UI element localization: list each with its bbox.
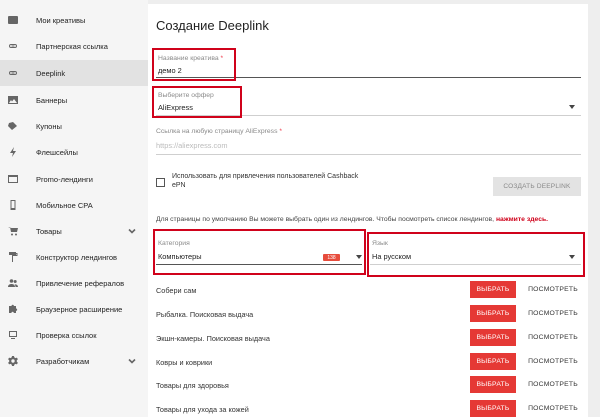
sidebar-item-label: Конструктор лендингов [36, 252, 117, 262]
sidebar-item-products[interactable]: Товары [0, 218, 148, 244]
highlight-box [153, 229, 366, 275]
landing-row-label: Товары для здоровья [156, 381, 229, 390]
paint-roller-icon [8, 252, 18, 262]
page-title: Создание Deeplink [156, 18, 269, 33]
flash-icon [8, 147, 18, 157]
pick-landing-button[interactable]: ВЫБРАТЬ [470, 353, 516, 370]
highlight-box [152, 48, 236, 81]
sidebar-item-promo-landings[interactable]: Promo-лендинги [0, 166, 148, 192]
creatives-icon [8, 15, 18, 25]
view-landing-button[interactable]: ПОСМОТРЕТЬ [523, 305, 583, 322]
cashback-checkbox-label: Использовать для привлечения пользовател… [172, 173, 359, 189]
highlight-box [152, 86, 242, 118]
sidebar-item-label: Проверка ссылок [36, 330, 97, 340]
puzzle-icon [8, 304, 18, 314]
sidebar-item-browser-extension[interactable]: Браузерное расширение [0, 296, 148, 322]
check-link-icon [8, 330, 18, 340]
landing-row-label: Ковры и коврики [156, 358, 213, 367]
landing-row-label: Товары для ухода за кожей [156, 405, 249, 414]
landing-hint: Для страницы по умолчанию Вы можете выбр… [156, 216, 549, 223]
sidebar-item-label: Флешсейлы [36, 147, 78, 157]
gear-icon [8, 356, 18, 366]
pick-landing-button[interactable]: ВЫБРАТЬ [470, 400, 516, 417]
pick-landing-button[interactable]: ВЫБРАТЬ [470, 376, 516, 393]
chevron-down-icon[interactable] [128, 227, 136, 235]
sidebar-item-label: Браузерное расширение [36, 304, 123, 314]
sidebar-item-label: Баннеры [36, 95, 68, 105]
sidebar-item-label: Deeplink [36, 68, 66, 78]
pick-landing-button[interactable]: ВЫБРАТЬ [470, 281, 516, 298]
sidebar: Мои креативы Партнерская ссылка Deeplink… [0, 0, 148, 417]
landing-row-label: Собери сам [156, 286, 197, 295]
sidebar-item-developers[interactable]: Разработчикам [0, 348, 148, 374]
sidebar-item-label: Мобильное CPA [36, 200, 93, 210]
referrals-icon [8, 278, 18, 288]
url-label: Ссылка на любую страницу AliExpress * [156, 128, 283, 135]
sidebar-item-partner-link[interactable]: Партнерская ссылка [0, 33, 148, 59]
pick-landing-button[interactable]: ВЫБРАТЬ [470, 305, 516, 322]
view-landing-button[interactable]: ПОСМОТРЕТЬ [523, 329, 583, 346]
sidebar-item-flash-sales[interactable]: Флешсейлы [0, 139, 148, 165]
mobile-icon [8, 200, 18, 210]
sidebar-item-label: Мои креативы [36, 15, 86, 25]
sidebar-item-my-creatives[interactable]: Мои креативы [0, 7, 148, 33]
view-landing-button[interactable]: ПОСМОТРЕТЬ [523, 353, 583, 370]
link-icon [8, 41, 18, 51]
landing-list-link[interactable]: нажмите здесь. [496, 216, 548, 223]
sidebar-item-mobile-cpa[interactable]: Мобильное CPA [0, 192, 148, 218]
sidebar-item-label: Товары [36, 226, 62, 236]
link-icon [8, 68, 18, 78]
sidebar-item-coupons[interactable]: Купоны [0, 113, 148, 139]
cart-icon [8, 226, 18, 236]
view-landing-button[interactable]: ПОСМОТРЕТЬ [523, 281, 583, 298]
view-landing-button[interactable]: ПОСМОТРЕТЬ [523, 400, 583, 417]
dropdown-caret-icon[interactable] [569, 105, 575, 109]
sidebar-item-label: Promo-лендинги [36, 174, 93, 184]
sidebar-item-banners[interactable]: Баннеры [0, 87, 148, 113]
sidebar-item-label: Партнерская ссылка [36, 41, 108, 51]
view-landing-button[interactable]: ПОСМОТРЕТЬ [523, 376, 583, 393]
deeplink-form-card: Создание Deeplink Название креатива * де… [148, 4, 588, 417]
landing-row-label: Рыбалка. Поисковая выдача [156, 310, 254, 319]
url-underline [156, 154, 581, 155]
url-input[interactable]: https://aliexpress.com [156, 141, 227, 150]
landing-row-label: Экшн-камеры. Поисковая выдача [156, 334, 270, 343]
sidebar-item-link-check[interactable]: Проверка ссылок [0, 322, 148, 348]
sidebar-item-deeplink[interactable]: Deeplink [0, 60, 148, 86]
create-deeplink-button[interactable]: СОЗДАТЬ DEEPLINK [493, 177, 581, 196]
landing-icon [8, 174, 18, 184]
cashback-checkbox[interactable] [156, 178, 165, 187]
pick-landing-button[interactable]: ВЫБРАТЬ [470, 329, 516, 346]
sidebar-item-label: Разработчикам [36, 356, 90, 366]
sidebar-item-label: Привлечение рефералов [36, 278, 125, 288]
sidebar-item-referrals[interactable]: Привлечение рефералов [0, 270, 148, 296]
chevron-down-icon[interactable] [128, 357, 136, 365]
sidebar-item-label: Купоны [36, 121, 62, 131]
sidebar-item-landing-builder[interactable]: Конструктор лендингов [0, 244, 148, 270]
coupon-icon [8, 121, 18, 131]
image-icon [8, 95, 18, 105]
highlight-box [367, 232, 585, 277]
